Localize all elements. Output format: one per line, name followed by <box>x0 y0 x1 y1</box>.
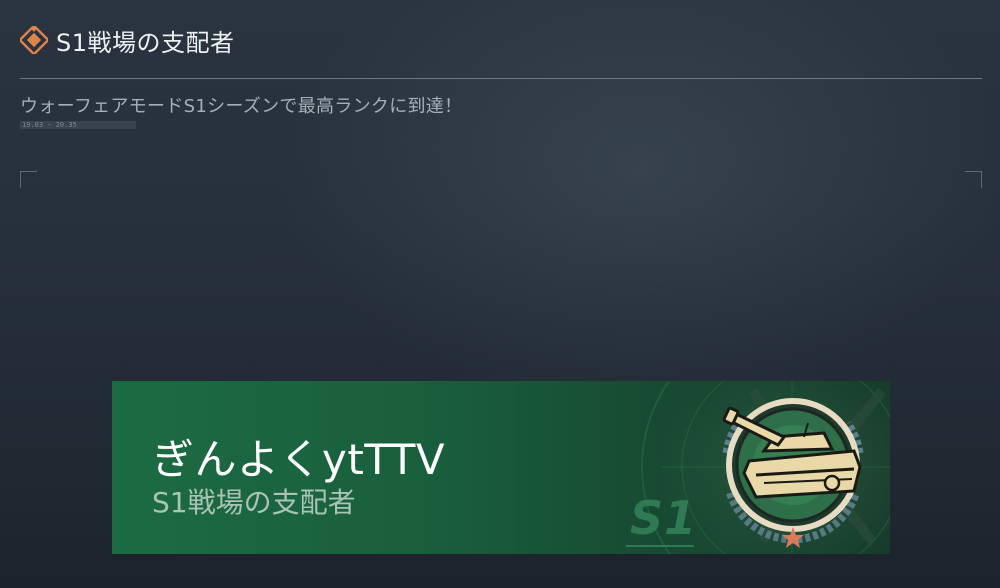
header-divider <box>20 78 982 79</box>
title-row: S1戦場の支配者 <box>20 22 235 58</box>
frame-corner-top-left <box>20 171 37 188</box>
page-title: S1戦場の支配者 <box>56 28 235 57</box>
achievement-description: ウォーフェアモードS1シーズンで最高ランクに到達！ <box>20 96 463 117</box>
banner-title: S1戦場の支配者 <box>152 486 356 519</box>
season-underline <box>626 545 694 547</box>
date-range: 19.03 - 20.35 <box>20 121 136 129</box>
tank-medal-icon <box>722 398 864 548</box>
title-banner: ぎんよくytTTV S1戦場の支配者 S1 <box>112 381 890 554</box>
diamond-emblem-icon <box>20 26 48 54</box>
frame-corner-top-right <box>965 171 982 188</box>
player-name: ぎんよくytTTV <box>152 435 446 484</box>
season-label: S1 <box>630 491 698 545</box>
